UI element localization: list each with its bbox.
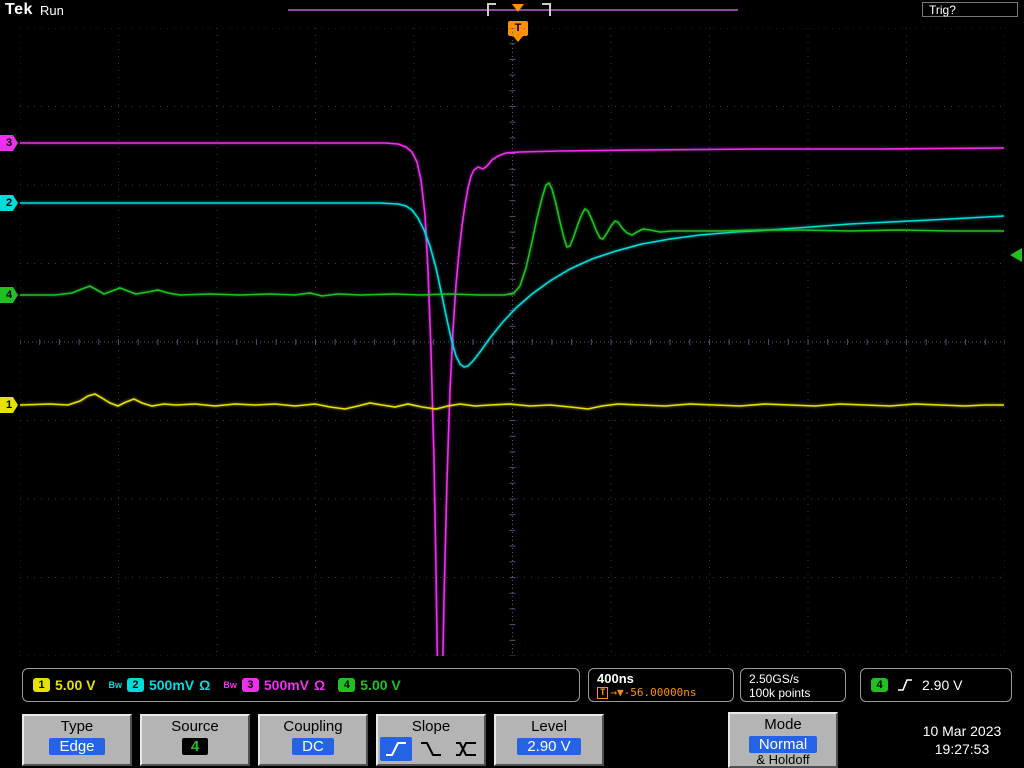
acquisition-readout: 2.50GS/s 100k points (740, 668, 846, 702)
menu-source-button[interactable]: Source 4 (140, 714, 250, 766)
trigger-readout: 4 2.90 V (860, 668, 1012, 702)
trigger-delay-readout: T →▼-56.00000ns (597, 686, 725, 699)
ch4-readout: 4 5.00 V (338, 677, 401, 693)
channel-1-marker[interactable]: 1 (0, 397, 18, 413)
timebase-readout: 400ns T →▼-56.00000ns (588, 668, 734, 702)
date-label: 10 Mar 2023 (922, 723, 1002, 739)
waveform-display (20, 28, 1005, 656)
channel-2-marker[interactable]: 2 (0, 195, 18, 211)
ch4-badge: 4 (338, 678, 356, 692)
trigger-status-label: Trig? (929, 3, 956, 17)
ch3-readout: Bw 3 500mV Ω (223, 677, 325, 693)
ch2-bandwidth-icon: Bw (108, 680, 122, 690)
trace-ch3 (20, 142, 1005, 656)
menu-level-button[interactable]: Level 2.90 V (494, 714, 604, 766)
ch3-impedance: Ω (314, 677, 326, 693)
trigger-slope-icon (898, 679, 912, 691)
menu-type-value: Edge (49, 738, 105, 755)
menu-type-label: Type (60, 718, 94, 735)
channel-3-marker[interactable]: 3 (0, 135, 18, 151)
ch2-badge: 2 (126, 678, 144, 692)
trigger-level-readout: 2.90 V (922, 677, 963, 693)
menu-source-value: 4 (181, 738, 209, 755)
ch3-badge: 3 (241, 678, 259, 692)
slope-rising-icon[interactable] (380, 737, 412, 761)
record-window-left-bracket (487, 3, 496, 16)
menu-type-button[interactable]: Type Edge (22, 714, 132, 766)
record-window-right-bracket (542, 3, 551, 16)
menu-coupling-label: Coupling (283, 718, 343, 735)
menu-level-label: Level (531, 718, 567, 735)
menu-coupling-button[interactable]: Coupling DC (258, 714, 368, 766)
acquisition-status: Run (40, 3, 64, 18)
menu-mode-label: Mode (764, 716, 802, 733)
channel-readouts: 1 5.00 V Bw 2 500mV Ω Bw 3 500mV Ω 4 5.0… (22, 668, 580, 702)
trigger-source-badge: 4 (871, 678, 888, 692)
menu-coupling-value: DC (292, 738, 334, 755)
record-length: 100k points (749, 686, 811, 700)
trigger-level-arrow[interactable] (1010, 248, 1022, 262)
trigger-position-marker-icon[interactable] (512, 4, 524, 12)
trigger-status-box: Trig? (922, 2, 1018, 17)
oscilloscope-screen: Tek Run Trig? T 3 2 4 1 1 5.00 V Bw 2 50… (0, 0, 1024, 768)
ch1-readout: 1 5.00 V (33, 677, 95, 693)
timebase-scale: 400ns (597, 671, 634, 686)
ch3-bandwidth-icon: Bw (223, 680, 237, 690)
menu-slope-label: Slope (411, 718, 451, 735)
menu-slope-button[interactable]: Slope (376, 714, 486, 766)
slope-either-icon[interactable] (450, 737, 482, 761)
sample-rate: 2.50GS/s (749, 672, 800, 686)
ch2-scale: 500mV (148, 677, 195, 693)
channel-4-marker[interactable]: 4 (0, 287, 18, 303)
ch4-scale: 5.00 V (360, 677, 401, 693)
menu-mode-sub: & Holdoff (756, 752, 810, 767)
menu-level-value: 2.90 V (517, 738, 581, 755)
time-label: 19:27:53 (934, 741, 990, 757)
ch2-readout: Bw 2 500mV Ω (108, 677, 210, 693)
ch1-scale: 5.00 V (55, 677, 96, 693)
menu-source-label: Source (171, 718, 219, 735)
trigger-delay-t-icon: T (597, 686, 609, 699)
menu-mode-button[interactable]: Mode Normal & Holdoff (728, 712, 838, 768)
trigger-delay-value: →▼-56.00000ns (610, 686, 697, 699)
datetime-display: 10 Mar 2023 19:27:53 (906, 716, 1018, 764)
trace-ch3 (20, 141, 1005, 656)
ch3-scale: 500mV (263, 677, 310, 693)
ch2-impedance: Ω (199, 677, 211, 693)
slope-falling-icon[interactable] (415, 737, 447, 761)
ch1-badge: 1 (33, 678, 50, 692)
menu-mode-value: Normal (748, 736, 818, 753)
tek-logo: Tek (5, 1, 33, 18)
